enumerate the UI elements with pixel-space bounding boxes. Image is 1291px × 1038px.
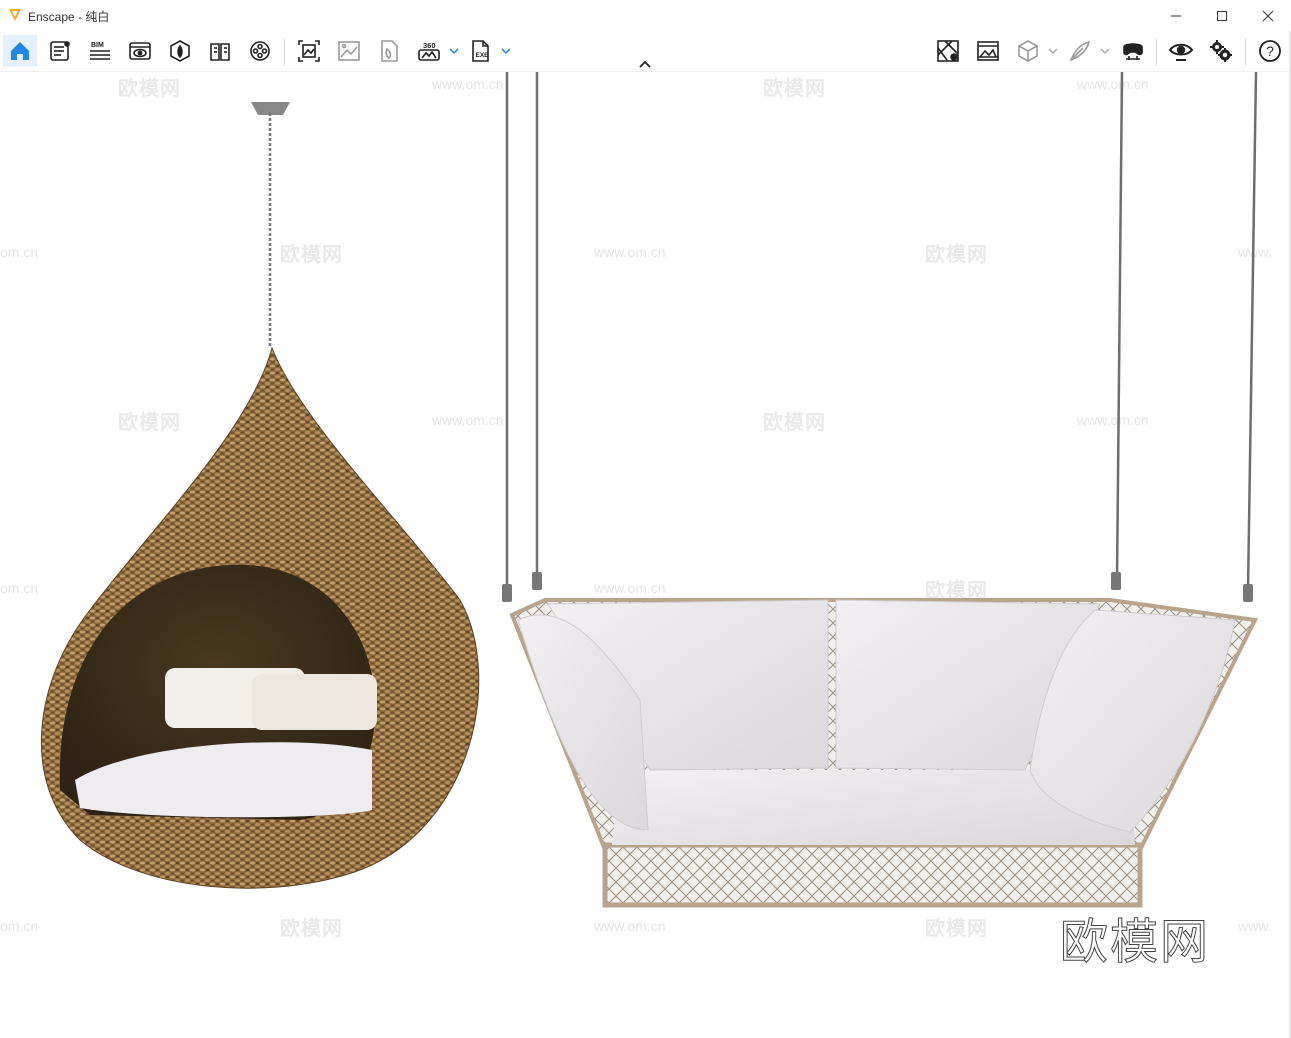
- title-bar[interactable]: Enscape - 纯白: [0, 0, 1291, 31]
- batch-render-button[interactable]: [332, 35, 366, 67]
- export-360-icon: 360: [418, 41, 440, 61]
- feather-button[interactable]: [1063, 35, 1097, 67]
- cube-icon: [1018, 40, 1038, 62]
- feather-dropdown[interactable]: [1100, 43, 1110, 59]
- home-icon: [11, 42, 29, 60]
- material-editor-icon: [210, 43, 230, 61]
- eye-button[interactable]: [1164, 35, 1198, 67]
- minimize-button[interactable]: [1153, 0, 1199, 31]
- help-icon: ?: [1259, 40, 1281, 62]
- export-exe-dropdown[interactable]: [501, 43, 511, 59]
- vr-headset-icon: [1123, 43, 1143, 60]
- back-pillow: [252, 674, 377, 730]
- document-settings-icon: [50, 41, 70, 61]
- collapse-toolbar-icon[interactable]: [637, 57, 653, 71]
- export-360-dropdown[interactable]: [449, 43, 459, 59]
- toolbar-separator: [1245, 39, 1246, 65]
- enscape-window: Enscape - 纯白 BIM 360 EXE ? 欧模网 www.om.cn…: [0, 0, 1291, 1038]
- export-exe-button[interactable]: EXE: [464, 35, 498, 67]
- hanging-swing-sofa: [502, 72, 1259, 908]
- image-capture-button[interactable]: [971, 35, 1005, 67]
- material-editor-button[interactable]: [203, 35, 237, 67]
- scene-render: [40, 72, 1259, 908]
- cube-button[interactable]: [1011, 35, 1045, 67]
- chevron-down-icon: [1100, 48, 1110, 55]
- suspension-rope: [1115, 72, 1124, 581]
- toolbar-separator: [1156, 39, 1157, 65]
- app-name: Enscape: [28, 10, 75, 24]
- minimize-icon: [1171, 15, 1181, 16]
- spring-hook: [532, 572, 542, 590]
- svg-text:?: ?: [1266, 43, 1274, 59]
- suspension-rope: [1246, 72, 1258, 591]
- map-icon: [937, 40, 959, 62]
- svg-text:EXE: EXE: [476, 52, 490, 59]
- view-management-button[interactable]: [123, 35, 157, 67]
- brand-watermark: 欧模网: [1059, 914, 1211, 971]
- bim-button[interactable]: BIM: [83, 35, 117, 67]
- hanging-pod-chair: [40, 102, 480, 889]
- render-panorama-icon: [381, 40, 398, 62]
- render-image-icon: [298, 40, 320, 62]
- window-title: Enscape - 纯白: [28, 8, 109, 25]
- video-editor-button[interactable]: [243, 35, 277, 67]
- export-360-button[interactable]: 360: [412, 35, 446, 67]
- close-icon: [1262, 10, 1274, 21]
- cube-dropdown[interactable]: [1048, 43, 1058, 59]
- close-button[interactable]: [1245, 0, 1291, 31]
- bim-icon: BIM: [90, 42, 110, 60]
- feather-icon: [1069, 40, 1091, 62]
- export-exe-icon: EXE: [472, 40, 490, 62]
- image-capture-icon: [977, 41, 999, 61]
- maximize-button[interactable]: [1199, 0, 1245, 31]
- spring-hook: [1243, 584, 1253, 602]
- sofa-base: [602, 842, 1143, 908]
- render-viewport[interactable]: 欧模网 www.om.cn 欧模网 www.om.cn om.cn 欧模网 ww…: [0, 72, 1291, 1038]
- svg-text:BIM: BIM: [91, 42, 104, 49]
- eye-icon: [1168, 43, 1194, 61]
- map-button[interactable]: [931, 35, 965, 67]
- home-button[interactable]: [3, 35, 37, 67]
- chevron-down-icon: [1048, 48, 1058, 55]
- enscape-logo-icon: [9, 9, 21, 21]
- title-separator: -: [74, 10, 86, 24]
- video-editor-icon: [250, 41, 270, 61]
- render-panorama-button[interactable]: [372, 35, 406, 67]
- vr-headset-button[interactable]: [1116, 35, 1150, 67]
- settings-button[interactable]: [1204, 35, 1238, 67]
- batch-render-icon: [338, 41, 360, 61]
- asset-library-button[interactable]: [163, 35, 197, 67]
- maximize-icon: [1217, 10, 1227, 21]
- document-settings-button[interactable]: [43, 35, 77, 67]
- toolbar-separator: [284, 39, 285, 65]
- svg-text:360: 360: [423, 41, 436, 50]
- render-image-button[interactable]: [292, 35, 326, 67]
- chevron-down-icon: [449, 48, 459, 55]
- asset-library-icon: [170, 40, 190, 62]
- chevron-down-icon: [501, 48, 511, 55]
- document-name: 纯白: [85, 10, 110, 24]
- view-management-icon: [129, 42, 151, 60]
- settings-gears-icon: [1210, 40, 1232, 62]
- help-button[interactable]: ?: [1253, 35, 1287, 67]
- spring-hook: [502, 584, 512, 602]
- spring-hook: [1111, 572, 1121, 590]
